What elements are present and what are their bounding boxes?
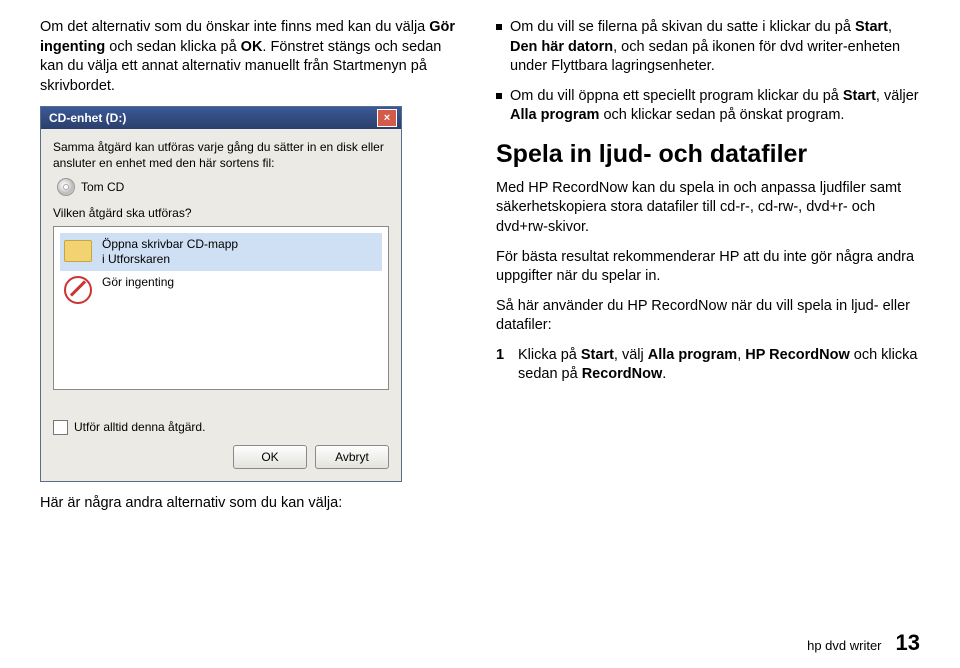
cd-icon <box>57 178 75 196</box>
bullet-icon <box>496 93 502 99</box>
list-item-label: Öppna skrivbar CD-mapp i Utforskaren <box>102 237 238 267</box>
dialog-title: CD-enhet (D:) <box>49 111 126 125</box>
always-do-checkbox-row[interactable]: Utför alltid denna åtgärd. <box>53 420 389 435</box>
footer-brand: hp dvd writer <box>807 638 881 653</box>
cancel-button[interactable]: Avbryt <box>315 445 389 469</box>
left-paragraph-1: Om det alternativ som du önskar inte fin… <box>40 18 464 96</box>
text: och sedan klicka på <box>105 39 240 55</box>
section-heading: Spela in ljud- och datafiler <box>496 140 920 169</box>
close-icon[interactable]: × <box>377 109 397 127</box>
dialog-button-row: OK Avbryt <box>53 445 389 469</box>
right-paragraph: För bästa resultat rekommenderar HP att … <box>496 248 920 287</box>
checkbox-label: Utför alltid denna åtgärd. <box>74 420 205 434</box>
page-footer: hp dvd writer 13 <box>807 630 920 656</box>
bullet-item: Om du vill se filerna på skivan du satte… <box>496 18 920 77</box>
dialog-titlebar: CD-enhet (D:) × <box>41 107 401 129</box>
bullet-icon <box>496 24 502 30</box>
cd-row: Tom CD <box>57 178 389 196</box>
step-number: 1 <box>496 346 510 385</box>
checkbox-icon[interactable] <box>53 420 68 435</box>
dialog-body: Samma åtgärd kan utföras varje gång du s… <box>41 129 401 480</box>
bullet-text: Om du vill öppna ett speciellt program k… <box>510 87 920 126</box>
step-text: Klicka på Start, välj Alla program, HP R… <box>518 346 920 385</box>
no-action-icon <box>64 275 94 301</box>
bold-ok: OK <box>241 39 263 55</box>
action-listbox[interactable]: Öppna skrivbar CD-mapp i Utforskaren Gör… <box>53 226 389 390</box>
bullet-text: Om du vill se filerna på skivan du satte… <box>510 18 920 77</box>
bullet-item: Om du vill öppna ett speciellt program k… <box>496 87 920 126</box>
dialog-lead-text: Samma åtgärd kan utföras varje gång du s… <box>53 139 389 171</box>
list-item[interactable]: Gör ingenting <box>60 271 382 305</box>
windows-dialog: CD-enhet (D:) × Samma åtgärd kan utföras… <box>40 106 402 481</box>
list-item-label: Gör ingenting <box>102 275 174 290</box>
right-paragraph: Så här använder du HP RecordNow när du v… <box>496 297 920 336</box>
cd-label: Tom CD <box>81 180 124 194</box>
list-item[interactable]: Öppna skrivbar CD-mapp i Utforskaren <box>60 233 382 271</box>
step-1: 1 Klicka på Start, välj Alla program, HP… <box>496 346 920 385</box>
ok-button[interactable]: OK <box>233 445 307 469</box>
text: Om det alternativ som du önskar inte fin… <box>40 19 429 35</box>
left-caption: Här är några andra alternativ som du kan… <box>40 494 464 514</box>
page-number: 13 <box>896 630 920 656</box>
folder-icon <box>64 237 94 263</box>
right-paragraph: Med HP RecordNow kan du spela in och anp… <box>496 179 920 238</box>
dialog-prompt: Vilken åtgärd ska utföras? <box>53 206 389 220</box>
